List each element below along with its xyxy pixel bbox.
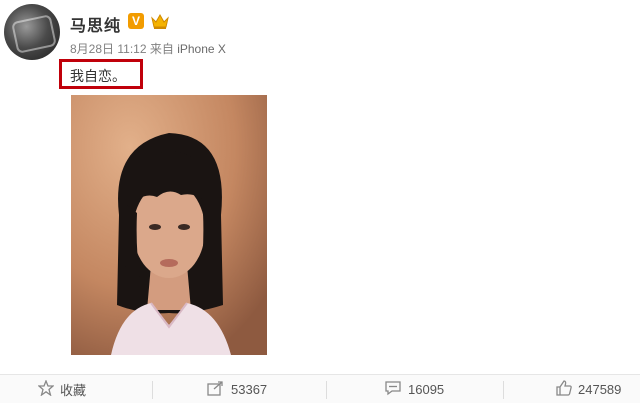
action-bar: 收藏 53367 16095 247589 xyxy=(0,374,640,403)
username[interactable]: 马思纯 xyxy=(70,12,121,36)
post-meta: 8月28日 11:12 来自 iPhone X xyxy=(70,40,226,57)
like-button[interactable]: 247589 xyxy=(556,375,621,403)
action-divider xyxy=(152,381,153,399)
thumbs-up-icon xyxy=(556,379,572,399)
avatar-graphic xyxy=(11,14,57,54)
highlight-box xyxy=(59,59,143,89)
favorite-button[interactable]: 收藏 xyxy=(37,375,87,403)
source-prefix: 来自 xyxy=(149,42,174,56)
action-divider xyxy=(326,381,327,399)
comment-count: 16095 xyxy=(408,381,445,397)
post-timestamp[interactable]: 8月28日 11:12 xyxy=(70,42,147,56)
comment-button[interactable]: 16095 xyxy=(384,375,444,403)
action-divider xyxy=(503,381,504,399)
member-crown-icon xyxy=(150,12,170,30)
repost-count: 53367 xyxy=(231,381,268,397)
source-device: iPhone X xyxy=(177,42,226,56)
like-count: 247589 xyxy=(578,381,622,397)
share-icon xyxy=(207,380,225,399)
post-photo[interactable] xyxy=(71,95,267,355)
avatar[interactable] xyxy=(4,4,60,60)
verified-badge-icon: V xyxy=(128,13,144,29)
repost-button[interactable]: 53367 xyxy=(207,375,267,403)
star-icon xyxy=(37,378,55,399)
comment-icon xyxy=(384,380,402,399)
favorite-label: 收藏 xyxy=(60,382,87,398)
